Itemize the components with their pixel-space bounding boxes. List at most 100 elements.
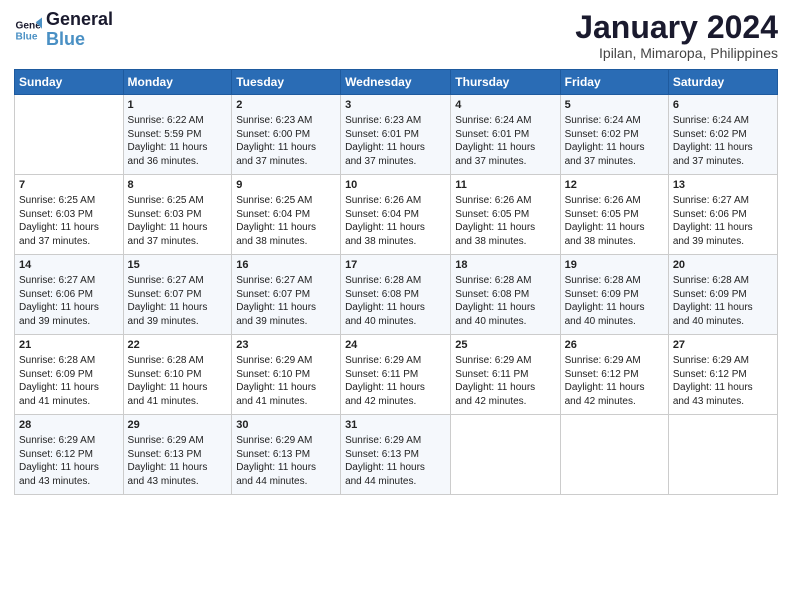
calendar-cell: 8Sunrise: 6:25 AMSunset: 6:03 PMDaylight… — [123, 175, 232, 255]
day-info: Sunset: 6:11 PM — [345, 368, 446, 382]
day-info: Daylight: 11 hours — [19, 381, 119, 395]
week-row-2: 14Sunrise: 6:27 AMSunset: 6:06 PMDayligh… — [15, 255, 778, 335]
calendar-cell: 1Sunrise: 6:22 AMSunset: 5:59 PMDaylight… — [123, 95, 232, 175]
day-number: 16 — [236, 258, 336, 273]
calendar-cell: 29Sunrise: 6:29 AMSunset: 6:13 PMDayligh… — [123, 415, 232, 495]
day-info: and 37 minutes. — [565, 155, 664, 169]
day-info: Sunrise: 6:29 AM — [236, 354, 336, 368]
day-info: Sunset: 6:13 PM — [236, 448, 336, 462]
calendar-cell: 2Sunrise: 6:23 AMSunset: 6:00 PMDaylight… — [232, 95, 341, 175]
day-info: Sunrise: 6:27 AM — [19, 274, 119, 288]
day-info: Daylight: 11 hours — [565, 381, 664, 395]
calendar-cell — [15, 95, 124, 175]
day-info: and 42 minutes. — [345, 395, 446, 409]
calendar-cell: 12Sunrise: 6:26 AMSunset: 6:05 PMDayligh… — [560, 175, 668, 255]
day-info: Daylight: 11 hours — [565, 141, 664, 155]
logo: General Blue General Blue — [14, 10, 113, 50]
day-info: Daylight: 11 hours — [455, 141, 555, 155]
day-number: 18 — [455, 258, 555, 273]
day-info: and 37 minutes. — [673, 155, 773, 169]
calendar-cell: 23Sunrise: 6:29 AMSunset: 6:10 PMDayligh… — [232, 335, 341, 415]
day-info: Daylight: 11 hours — [236, 381, 336, 395]
day-number: 2 — [236, 98, 336, 113]
day-info: Daylight: 11 hours — [455, 221, 555, 235]
calendar-cell: 5Sunrise: 6:24 AMSunset: 6:02 PMDaylight… — [560, 95, 668, 175]
calendar-cell: 31Sunrise: 6:29 AMSunset: 6:13 PMDayligh… — [341, 415, 451, 495]
day-info: Sunset: 6:13 PM — [128, 448, 228, 462]
calendar-cell: 11Sunrise: 6:26 AMSunset: 6:05 PMDayligh… — [451, 175, 560, 255]
day-info: Daylight: 11 hours — [673, 221, 773, 235]
header-cell-thursday: Thursday — [451, 70, 560, 95]
page-container: General Blue General Blue January 2024 I… — [0, 0, 792, 612]
day-info: Sunrise: 6:24 AM — [455, 114, 555, 128]
week-row-3: 21Sunrise: 6:28 AMSunset: 6:09 PMDayligh… — [15, 335, 778, 415]
calendar-cell: 6Sunrise: 6:24 AMSunset: 6:02 PMDaylight… — [668, 95, 777, 175]
day-info: and 41 minutes. — [19, 395, 119, 409]
day-info: Sunrise: 6:28 AM — [19, 354, 119, 368]
logo-blue: Blue — [46, 30, 113, 50]
header: General Blue General Blue January 2024 I… — [14, 10, 778, 61]
day-info: Sunrise: 6:26 AM — [455, 194, 555, 208]
day-number: 27 — [673, 338, 773, 353]
header-row: SundayMondayTuesdayWednesdayThursdayFrid… — [15, 70, 778, 95]
day-number: 17 — [345, 258, 446, 273]
day-info: Daylight: 11 hours — [236, 461, 336, 475]
day-number: 23 — [236, 338, 336, 353]
day-number: 21 — [19, 338, 119, 353]
day-number: 4 — [455, 98, 555, 113]
day-info: Daylight: 11 hours — [128, 301, 228, 315]
logo-text: General Blue — [46, 10, 113, 50]
day-info: Sunset: 6:09 PM — [19, 368, 119, 382]
day-info: Daylight: 11 hours — [128, 381, 228, 395]
day-info: and 39 minutes. — [19, 315, 119, 329]
day-info: Sunset: 6:13 PM — [345, 448, 446, 462]
day-info: Sunrise: 6:23 AM — [345, 114, 446, 128]
day-number: 13 — [673, 178, 773, 193]
day-info: and 40 minutes. — [565, 315, 664, 329]
day-info: Sunset: 6:12 PM — [565, 368, 664, 382]
day-info: Daylight: 11 hours — [128, 221, 228, 235]
day-info: Daylight: 11 hours — [565, 221, 664, 235]
day-info: and 43 minutes. — [128, 475, 228, 489]
day-info: and 41 minutes. — [236, 395, 336, 409]
day-info: Sunrise: 6:24 AM — [565, 114, 664, 128]
day-info: Daylight: 11 hours — [455, 301, 555, 315]
day-info: Sunset: 6:04 PM — [236, 208, 336, 222]
calendar-cell — [668, 415, 777, 495]
day-info: and 37 minutes. — [128, 235, 228, 249]
calendar-cell: 18Sunrise: 6:28 AMSunset: 6:08 PMDayligh… — [451, 255, 560, 335]
day-info: Daylight: 11 hours — [673, 141, 773, 155]
calendar-cell: 20Sunrise: 6:28 AMSunset: 6:09 PMDayligh… — [668, 255, 777, 335]
day-info: and 42 minutes. — [455, 395, 555, 409]
day-info: Sunrise: 6:28 AM — [455, 274, 555, 288]
day-info: Sunrise: 6:29 AM — [236, 434, 336, 448]
day-info: and 42 minutes. — [565, 395, 664, 409]
day-info: Sunrise: 6:28 AM — [345, 274, 446, 288]
day-info: and 44 minutes. — [345, 475, 446, 489]
calendar-header: SundayMondayTuesdayWednesdayThursdayFrid… — [15, 70, 778, 95]
header-cell-friday: Friday — [560, 70, 668, 95]
day-info: and 38 minutes. — [565, 235, 664, 249]
day-info: Daylight: 11 hours — [345, 141, 446, 155]
day-info: and 39 minutes. — [128, 315, 228, 329]
day-info: and 38 minutes. — [236, 235, 336, 249]
day-info: Daylight: 11 hours — [236, 141, 336, 155]
calendar-cell: 24Sunrise: 6:29 AMSunset: 6:11 PMDayligh… — [341, 335, 451, 415]
day-number: 5 — [565, 98, 664, 113]
day-info: Sunrise: 6:28 AM — [128, 354, 228, 368]
day-info: and 37 minutes. — [19, 235, 119, 249]
day-info: Sunrise: 6:29 AM — [345, 434, 446, 448]
day-info: Sunset: 6:06 PM — [673, 208, 773, 222]
day-info: Sunrise: 6:28 AM — [673, 274, 773, 288]
week-row-4: 28Sunrise: 6:29 AMSunset: 6:12 PMDayligh… — [15, 415, 778, 495]
calendar-cell: 27Sunrise: 6:29 AMSunset: 6:12 PMDayligh… — [668, 335, 777, 415]
day-info: Sunrise: 6:29 AM — [455, 354, 555, 368]
day-info: Sunset: 5:59 PM — [128, 128, 228, 142]
day-number: 3 — [345, 98, 446, 113]
week-row-1: 7Sunrise: 6:25 AMSunset: 6:03 PMDaylight… — [15, 175, 778, 255]
day-info: Daylight: 11 hours — [345, 381, 446, 395]
day-info: Sunset: 6:04 PM — [345, 208, 446, 222]
calendar-cell: 9Sunrise: 6:25 AMSunset: 6:04 PMDaylight… — [232, 175, 341, 255]
day-info: and 37 minutes. — [455, 155, 555, 169]
day-number: 22 — [128, 338, 228, 353]
